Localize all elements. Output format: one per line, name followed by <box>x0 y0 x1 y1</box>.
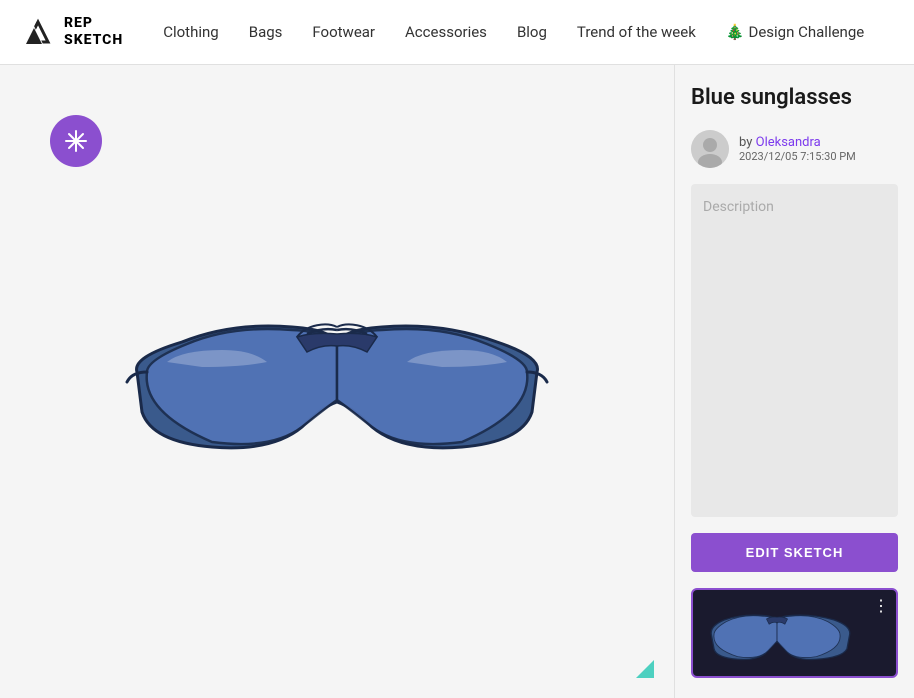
edit-sketch-button[interactable]: EDIT SKETCH <box>691 533 898 572</box>
main-nav: Clothing Bags Footwear Accessories Blog … <box>163 23 894 41</box>
logo-icon <box>20 14 56 50</box>
thumbnail-image <box>699 598 890 668</box>
nav-design-challenge[interactable]: 🎄 Design Challenge <box>726 23 864 41</box>
sketch-title: Blue sunglasses <box>691 85 898 110</box>
description-box[interactable]: Description <box>691 184 898 517</box>
description-placeholder: Description <box>703 199 774 215</box>
nav-footwear[interactable]: Footwear <box>312 23 375 41</box>
site-header: REP SKETCH Clothing Bags Footwear Access… <box>0 0 914 65</box>
author-info: by Oleksandra 2023/12/05 7:15:30 PM <box>739 135 856 163</box>
nav-bags[interactable]: Bags <box>249 23 283 41</box>
right-panel: Blue sunglasses by Oleksandra 2023/12/05… <box>674 65 914 698</box>
sketch-image <box>122 282 552 482</box>
nav-blog[interactable]: Blog <box>517 23 547 41</box>
resize-handle[interactable] <box>636 660 654 678</box>
nav-trend[interactable]: Trend of the week <box>577 23 696 41</box>
sketch-canvas <box>0 65 674 698</box>
logo-text: REP SKETCH <box>64 15 123 49</box>
resize-icon <box>636 660 654 678</box>
thumbnail-menu-button[interactable]: ⋮ <box>873 596 890 615</box>
nav-accessories[interactable]: Accessories <box>405 23 487 41</box>
tree-icon: 🎄 <box>726 23 745 41</box>
nav-clothing[interactable]: Clothing <box>163 23 219 41</box>
author-link[interactable]: Oleksandra <box>756 135 821 150</box>
avatar <box>691 130 729 168</box>
logo-link[interactable]: REP SKETCH <box>20 14 123 50</box>
author-row: by Oleksandra 2023/12/05 7:15:30 PM <box>691 130 898 168</box>
sunglasses-svg <box>122 282 552 482</box>
sparkle-icon <box>62 127 90 155</box>
date-text: 2023/12/05 7:15:30 PM <box>739 150 856 163</box>
main-layout: Blue sunglasses by Oleksandra 2023/12/05… <box>0 65 914 698</box>
canvas-area <box>0 65 674 698</box>
add-element-button[interactable] <box>50 115 102 167</box>
by-label: by Oleksandra <box>739 135 856 150</box>
thumbnail-card: ⋮ <box>691 588 898 678</box>
